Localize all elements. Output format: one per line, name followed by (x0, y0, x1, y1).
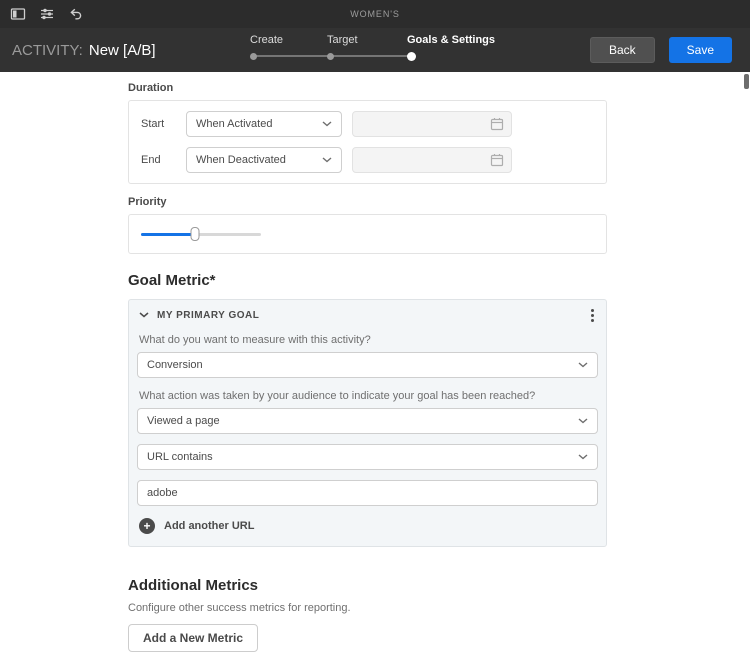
action-question: What action was taken by your audience t… (139, 390, 596, 402)
workspace-title: WOMEN'S (0, 9, 750, 19)
stepper: Create Target Goals & Settings (250, 34, 500, 66)
panel-toggle-icon[interactable] (10, 6, 26, 22)
step-dot (407, 52, 416, 61)
undo-icon[interactable] (68, 6, 84, 22)
activity-header: ACTIVITY: New [A/B] Create Target Goals &… (0, 28, 750, 72)
calendar-icon (490, 153, 504, 167)
primary-goal-header: MY PRIMARY GOAL (137, 300, 598, 328)
chevron-down-icon (578, 362, 588, 368)
primary-goal-panel: MY PRIMARY GOAL What do you want to meas… (128, 299, 607, 547)
add-url-label: Add another URL (164, 520, 254, 532)
step-label: Create (250, 34, 283, 47)
header-actions: Back Save (590, 37, 732, 63)
calendar-icon (490, 117, 504, 131)
select-value: When Activated (196, 118, 272, 130)
duration-card: Start When Activated End When Deactivate… (128, 100, 607, 184)
additional-metrics-description: Configure other success metrics for repo… (128, 602, 750, 614)
select-value: Viewed a page (147, 415, 220, 427)
step-label: Goals & Settings (407, 34, 495, 47)
end-schedule-select[interactable]: When Deactivated (186, 147, 342, 173)
additional-metrics-heading: Additional Metrics (128, 577, 750, 594)
priority-slider-handle[interactable] (191, 227, 200, 241)
chevron-down-icon (578, 454, 588, 460)
url-condition-select[interactable]: URL contains (137, 444, 598, 470)
select-value: URL contains (147, 451, 213, 463)
add-new-metric-button[interactable]: Add a New Metric (128, 624, 258, 652)
add-url-button[interactable]: + Add another URL (139, 518, 596, 534)
primary-goal-title: MY PRIMARY GOAL (157, 310, 259, 321)
step-goals-settings[interactable]: Goals & Settings (407, 34, 495, 61)
titlebar: WOMEN'S (0, 0, 750, 28)
duration-section-label: Duration (128, 82, 750, 94)
step-target[interactable]: Target (327, 34, 358, 60)
step-label: Target (327, 34, 358, 47)
start-schedule-select[interactable]: When Activated (186, 111, 342, 137)
measure-question: What do you want to measure with this ac… (139, 334, 596, 346)
step-dot (327, 53, 334, 60)
page-title: ACTIVITY: New [A/B] (12, 42, 156, 59)
priority-card (128, 214, 607, 254)
step-create[interactable]: Create (250, 34, 283, 60)
duration-start-row: Start When Activated (141, 111, 594, 137)
chevron-down-icon (322, 157, 332, 163)
start-label: Start (141, 118, 186, 130)
measure-select[interactable]: Conversion (137, 352, 598, 378)
plus-circle-icon: + (139, 518, 155, 534)
save-button[interactable]: Save (669, 37, 732, 63)
accordion-chevron-icon[interactable] (139, 312, 149, 318)
chevron-down-icon (322, 121, 332, 127)
url-input[interactable] (137, 480, 598, 506)
chevron-down-icon (578, 418, 588, 424)
end-label: End (141, 154, 186, 166)
start-date-field (352, 111, 512, 137)
priority-section-label: Priority (128, 196, 750, 208)
goal-metric-heading: Goal Metric* (128, 272, 750, 289)
back-button[interactable]: Back (590, 37, 655, 63)
priority-slider-fill (141, 233, 195, 236)
action-select[interactable]: Viewed a page (137, 408, 598, 434)
select-value: When Deactivated (196, 154, 286, 166)
sliders-icon[interactable] (39, 6, 55, 22)
titlebar-icons (0, 6, 84, 22)
end-date-field (352, 147, 512, 173)
activity-label: ACTIVITY: (12, 42, 83, 59)
main-content: Duration Start When Activated End When D… (0, 72, 750, 652)
activity-name: New [A/B] (89, 42, 156, 59)
step-dot (250, 53, 257, 60)
select-value: Conversion (147, 359, 203, 371)
more-menu-icon[interactable] (589, 305, 596, 326)
duration-end-row: End When Deactivated (141, 147, 594, 173)
priority-slider[interactable] (141, 227, 261, 241)
